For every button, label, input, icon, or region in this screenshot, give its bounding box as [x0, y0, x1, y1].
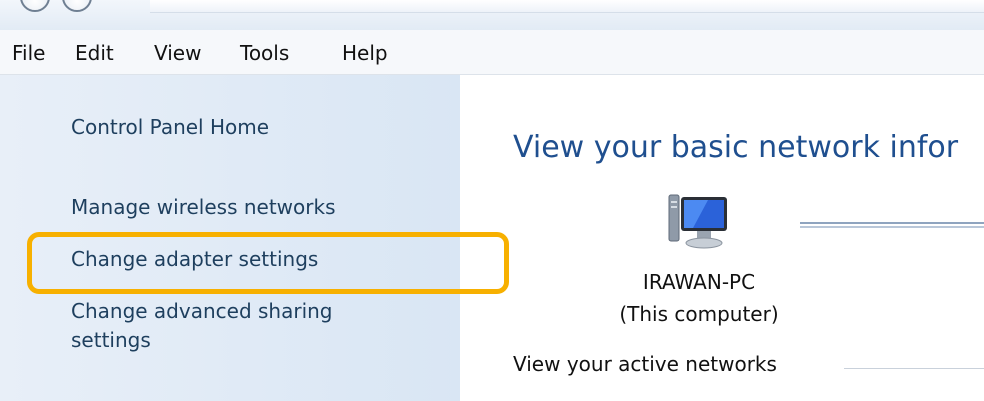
- computer-subtitle: (This computer): [619, 302, 779, 326]
- network-connection-line: [800, 222, 984, 228]
- back-button[interactable]: [20, 0, 50, 12]
- menu-tools[interactable]: Tools: [240, 41, 289, 65]
- section-divider: [844, 368, 984, 369]
- menu-view[interactable]: View: [154, 41, 201, 65]
- change-advanced-sharing-link[interactable]: Change advanced sharing: [71, 297, 333, 326]
- address-bar[interactable]: [150, 0, 984, 13]
- computer-icon: [668, 194, 727, 249]
- control-panel-home-link[interactable]: Control Panel Home: [71, 113, 269, 142]
- menu-edit[interactable]: Edit: [75, 41, 114, 65]
- menu-bar: File Edit View Tools Help: [0, 30, 984, 75]
- page-title: View your basic network infor: [513, 130, 959, 165]
- manage-wireless-networks-link[interactable]: Manage wireless networks: [71, 193, 336, 222]
- forward-button[interactable]: [62, 0, 92, 12]
- menu-file[interactable]: File: [12, 41, 45, 65]
- highlight-box: [27, 232, 509, 294]
- menu-help[interactable]: Help: [342, 41, 388, 65]
- active-networks-heading: View your active networks: [513, 352, 777, 376]
- computer-name: IRAWAN-PC: [642, 270, 756, 294]
- title-bar: [0, 0, 984, 31]
- change-advanced-sharing-link-line2[interactable]: settings: [71, 326, 151, 355]
